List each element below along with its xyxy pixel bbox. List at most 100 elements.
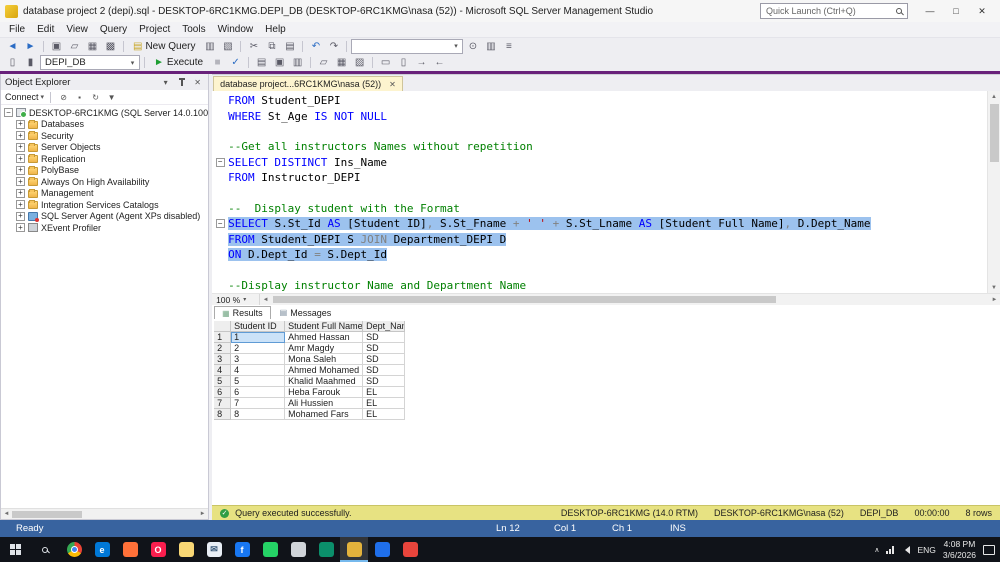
maximize-button[interactable]: □ — [943, 1, 969, 21]
taskbar-icon-snipping-tool[interactable] — [284, 537, 312, 562]
grid-cell[interactable]: SD — [363, 354, 406, 365]
grid-cell[interactable]: 6 — [231, 387, 286, 398]
menu-tools[interactable]: Tools — [176, 22, 211, 37]
scrollbar-thumb[interactable] — [989, 104, 999, 162]
grid-cell[interactable]: Ahmed Hassan — [285, 332, 364, 343]
minimize-button[interactable]: — — [917, 1, 943, 21]
expand-icon[interactable]: + — [16, 119, 25, 129]
stop-icon[interactable]: ▪ — [73, 93, 86, 102]
expand-icon[interactable]: + — [16, 142, 25, 152]
grid-cell[interactable]: 3 — [231, 354, 286, 365]
grid-cell[interactable]: 5 — [231, 376, 286, 387]
connect-button[interactable]: Connect ▾ — [5, 92, 44, 102]
code-line[interactable]: -- Display student with the Format — [212, 201, 987, 216]
code-line[interactable]: − SELECT S.St_Id AS [Student ID], S.St_Fn… — [212, 216, 987, 231]
execute-button[interactable]: ► Execute — [149, 55, 208, 70]
tree-item[interactable]: + Management — [1, 188, 208, 200]
grid-cell[interactable]: 2 — [231, 343, 286, 354]
grid-column-header[interactable]: Student Full Name — [285, 321, 364, 332]
menu-view[interactable]: View — [60, 22, 94, 37]
taskbar-icon-opera[interactable]: O — [144, 537, 172, 562]
quick-launch-search[interactable]: Quick Launch (Ctrl+Q) — [760, 3, 908, 19]
activity-monitor[interactable]: ▥ — [482, 39, 499, 54]
find[interactable]: ⊙ — [464, 39, 481, 54]
tree-item[interactable]: + XEvent Profiler — [1, 222, 208, 234]
close-button[interactable]: ✕ — [969, 1, 995, 21]
menu-project[interactable]: Project — [133, 22, 176, 37]
grid-row-header[interactable]: 3 — [214, 354, 232, 365]
code-line[interactable]: --Display instructor Name and Department… — [212, 278, 987, 293]
scroll-right-icon[interactable]: ► — [989, 297, 1000, 303]
grid-cell[interactable]: Khalid Maahmed — [285, 376, 364, 387]
outdent[interactable]: ← — [431, 55, 448, 70]
taskbar-icon-photos[interactable] — [368, 537, 396, 562]
code-line[interactable] — [212, 124, 987, 139]
scroll-left-icon[interactable]: ◄ — [1, 511, 12, 517]
code-area[interactable]: FROM Student_DEPI WHERE St_Age IS NOT NUL… — [212, 93, 987, 293]
scrollbar-thumb[interactable] — [273, 296, 776, 303]
toolbar-combobox[interactable]: ▾ — [351, 38, 464, 54]
scrollbar-thumb[interactable] — [12, 510, 82, 518]
expand-icon[interactable]: + — [16, 200, 25, 210]
editor-vscrollbar[interactable]: ▲ ▼ — [987, 91, 1000, 293]
tree-item[interactable]: + Databases — [1, 119, 208, 131]
taskbar-icon-chrome[interactable] — [60, 537, 88, 562]
sql-editor[interactable]: FROM Student_DEPI WHERE St_Age IS NOT NUL… — [212, 91, 1000, 293]
grid-cell[interactable]: 8 — [231, 409, 286, 420]
grid-cell[interactable]: EL — [363, 387, 406, 398]
code-line[interactable]: ON D.Dept_Id = S.Dept_Id — [212, 247, 987, 262]
code-line[interactable] — [212, 185, 987, 200]
expand-icon[interactable]: + — [16, 223, 25, 233]
taskbar-icon-ssms[interactable] — [340, 537, 368, 562]
code-line[interactable] — [212, 262, 987, 277]
cancel-query[interactable]: ■ — [209, 55, 226, 70]
pin-icon[interactable] — [175, 77, 188, 87]
scroll-up-icon[interactable]: ▲ — [988, 91, 1000, 102]
expand-icon[interactable]: + — [16, 188, 25, 198]
results-to-text[interactable]: ▱ — [315, 55, 332, 70]
taskbar-search-button[interactable] — [30, 537, 60, 562]
language-indicator[interactable]: ENG — [917, 545, 935, 555]
speaker-icon[interactable] — [901, 545, 911, 554]
grid-cell[interactable]: SD — [363, 343, 406, 354]
tree-item[interactable]: + PolyBase — [1, 165, 208, 177]
nav-backward[interactable]: ◄ — [4, 39, 21, 54]
fold-collapse-icon[interactable]: − — [215, 219, 225, 229]
tree-item[interactable]: + Replication — [1, 153, 208, 165]
menu-window[interactable]: Window — [212, 22, 260, 37]
grid-cell[interactable]: SD — [363, 376, 406, 387]
grid-corner-cell[interactable] — [214, 321, 232, 332]
tree-item[interactable]: + Always On High Availability — [1, 176, 208, 188]
grid-cell[interactable]: 1 — [231, 332, 286, 343]
taskbar-clock[interactable]: 4:08 PM 3/6/2026 — [943, 539, 976, 559]
tree-item[interactable]: + SQL Server Agent (Agent XPs disabled) — [1, 211, 208, 223]
new-database-engine-query[interactable]: ▥ — [201, 39, 218, 54]
grid-cell[interactable]: EL — [363, 398, 406, 409]
menu-file[interactable]: File — [3, 22, 31, 37]
menu-edit[interactable]: Edit — [31, 22, 60, 37]
scroll-down-icon[interactable]: ▼ — [988, 282, 1000, 293]
code-line[interactable]: WHERE St_Age IS NOT NULL — [212, 108, 987, 123]
scroll-left-icon[interactable]: ◄ — [260, 297, 271, 303]
taskbar-icon-browser[interactable] — [396, 537, 424, 562]
expand-icon[interactable]: + — [16, 211, 25, 221]
grid-row-header[interactable]: 4 — [214, 365, 232, 376]
taskbar-icon-edge[interactable]: e — [88, 537, 116, 562]
taskbar-icon-whatsapp[interactable] — [256, 537, 284, 562]
cut[interactable]: ✂ — [245, 39, 262, 54]
expand-icon[interactable]: + — [16, 154, 25, 164]
available-databases-combo[interactable]: DEPI_DB ▾ — [40, 55, 140, 70]
grid-row-header[interactable]: 6 — [214, 387, 232, 398]
copy[interactable]: ⧉ — [263, 39, 280, 54]
results-to-grid[interactable]: ▦ — [333, 55, 350, 70]
hidden-icons-chevron-icon[interactable]: ∧ — [874, 546, 879, 554]
redo[interactable]: ↷ — [325, 39, 342, 54]
indent[interactable]: → — [413, 55, 430, 70]
grid-row-header[interactable]: 2 — [214, 343, 232, 354]
collapse-icon[interactable]: − — [4, 108, 13, 118]
paste[interactable]: ▤ — [281, 39, 298, 54]
grid-cell[interactable]: Ahmed Mohamed — [285, 365, 364, 376]
taskbar-icon-facebook[interactable]: f — [228, 537, 256, 562]
tree-item[interactable]: − DESKTOP-6RC1KMG (SQL Server 14.0.100 — [1, 107, 208, 119]
scroll-right-icon[interactable]: ► — [197, 511, 208, 517]
